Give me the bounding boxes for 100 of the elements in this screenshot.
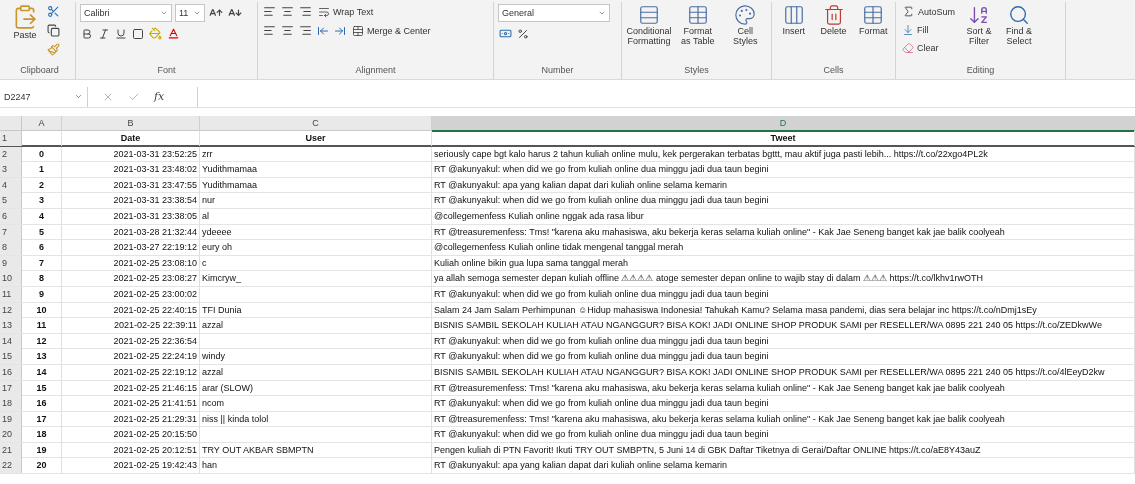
table-cell: 2021-02-25 22:36:54 xyxy=(62,333,200,349)
table-cell: 19 xyxy=(22,442,62,458)
caret-icon xyxy=(193,9,201,17)
table-cell: niss || kinda tolol xyxy=(200,411,432,427)
table-cell: 5 xyxy=(22,224,62,240)
cells-button[interactable]: Insert xyxy=(776,4,812,37)
row-number[interactable]: 18 xyxy=(0,396,22,412)
trash-icon xyxy=(822,4,845,26)
align-center-button[interactable] xyxy=(280,23,295,38)
row-number[interactable]: 8 xyxy=(0,240,22,256)
font-size-field[interactable]: 11 xyxy=(175,4,205,22)
table-cell: 2021-02-25 23:08:10 xyxy=(62,255,200,271)
table-cell: 20 xyxy=(22,458,62,474)
table-cell: ncom xyxy=(200,396,432,412)
fill-button[interactable]: Fill xyxy=(900,23,958,37)
table-cell: 16 xyxy=(22,396,62,412)
autosum-button[interactable]: AutoSum xyxy=(900,4,958,19)
row-number[interactable]: 15 xyxy=(0,349,22,365)
column-header[interactable]: B xyxy=(62,116,200,132)
table-cell: 2021-02-25 23:08:27 xyxy=(62,271,200,287)
table-cell: 1 xyxy=(22,162,62,178)
table-cell: 2021-03-28 21:32:44 xyxy=(62,224,200,240)
table-cell: 17 xyxy=(22,411,62,427)
sigma-icon xyxy=(902,5,915,18)
align-right-button[interactable] xyxy=(298,23,313,38)
table-cell: BISNIS SAMBIL SEKOLAH KULIAH ATAU NGANGGUR? BISA KOK! JADI ONLINE SHOP PRODUK SAMI per RESELLER/WA 0895 221 240 05 https://t.co/4lEeyD2kw xyxy=(432,364,1135,380)
italic-button[interactable] xyxy=(97,26,111,41)
table-cell: 11 xyxy=(22,318,62,334)
name-box[interactable]: D2247 xyxy=(0,86,88,107)
arrow-down-icon xyxy=(902,24,914,36)
table-cell: Yudithmamaa xyxy=(200,177,432,193)
table-cell: 2021-02-25 21:29:31 xyxy=(62,411,200,427)
table-cell: @collegemenfess Kuliah online tidak mengenal tanggal merah xyxy=(432,240,1135,256)
cells-button[interactable]: Delete xyxy=(815,4,852,37)
table-cell: 2021-03-31 23:38:54 xyxy=(62,193,200,209)
borders-button[interactable] xyxy=(131,26,145,41)
table-cell: 6 xyxy=(22,240,62,256)
number-format-field[interactable]: General xyxy=(498,4,610,22)
table-cell: azzal xyxy=(200,364,432,380)
table-cell: TRY OUT AKBAR SBMPTN xyxy=(200,442,432,458)
header-cell: Date xyxy=(62,131,200,146)
cells-button[interactable]: Format xyxy=(855,4,891,37)
rows-icon xyxy=(638,4,660,26)
font-name-field[interactable]: Calibri xyxy=(80,4,172,22)
row-number[interactable]: 20 xyxy=(0,427,22,443)
cut-button[interactable] xyxy=(46,4,61,19)
table-cell: seriously cape bgt kalo harus 2 tahun kuliah online mulu, kek pergerakan terbatas bgttt, mau aktif juga pasti lebih... https://t.co/22xgo4PL2k xyxy=(432,146,1135,162)
table-cell: al xyxy=(200,208,432,224)
style-button[interactable]: Format as Table xyxy=(676,4,720,47)
table-cell: 2021-03-31 23:47:55 xyxy=(62,177,200,193)
find-select-button[interactable]: Find & Select xyxy=(1001,4,1038,47)
style-button[interactable]: Cell Styles xyxy=(723,4,767,47)
header-cell: Tweet xyxy=(432,131,1135,146)
table-cell: 10 xyxy=(22,302,62,318)
table-cell: han xyxy=(200,458,432,474)
table-cell: 2021-02-25 22:19:12 xyxy=(62,364,200,380)
table-cell: RT @akunyakul: when did we go from kuliah online dua minggu jadi dua taun begini xyxy=(432,427,1135,443)
row-number[interactable]: 22 xyxy=(0,458,22,474)
table-cell: 2021-03-31 23:38:05 xyxy=(62,208,200,224)
group-label: Cells xyxy=(822,65,845,77)
caret-icon xyxy=(598,9,606,17)
clear-button[interactable]: Clear xyxy=(900,41,958,55)
row-number[interactable]: 3 xyxy=(0,162,22,178)
table-cell: 2 xyxy=(22,177,62,193)
insert-function-button[interactable]: fx xyxy=(154,90,165,103)
group-label: Editing xyxy=(965,65,996,77)
table-cell: 15 xyxy=(22,380,62,396)
group-label: Clipboard xyxy=(19,65,60,77)
percent-button[interactable] xyxy=(516,26,530,41)
align-left-button[interactable] xyxy=(262,23,277,38)
header-cell: User xyxy=(200,131,432,146)
table-cell: 8 xyxy=(22,271,62,287)
column-header[interactable]: D xyxy=(432,116,1135,132)
sort-filter-button[interactable]: Sort & Filter xyxy=(961,4,998,47)
columns-icon xyxy=(782,4,805,26)
table-cell: 9 xyxy=(22,286,62,302)
font-color-button[interactable] xyxy=(166,26,181,41)
table-cell: @collegemenfess Kuliah online nggak ada rasa libur xyxy=(432,208,1135,224)
paste-button[interactable]: Paste xyxy=(8,4,42,41)
table-cell: RT @akunyakul: when did we go from kuliah online dua minggu jadi dua taun begini xyxy=(432,396,1135,412)
table-cell: Pengen kuliah di PTN Favorit! Ikuti TRY OUT SMBPTN, 5 Juni 14 di GBK Daftar Tiketnya di Gerai/Daftar ONLINE https://t.co/aE8Y43auZ xyxy=(432,442,1135,458)
merge-center-button[interactable]: Merge & Center xyxy=(350,23,433,38)
table-cell: RT @akunyakul: when did we go from kuliah online dua minggu jadi dua taun begini xyxy=(432,333,1135,349)
table-cell: RT @treasuremenfess: Tms! "karena aku mahasiswa, aku bekerja keras selama kuliah online" - Kak Jae Seneng banget kak jae balik coolyeah xyxy=(432,411,1135,427)
bold-button[interactable] xyxy=(80,26,94,41)
copy-button[interactable] xyxy=(46,23,61,38)
merge-cells-icon xyxy=(352,24,364,37)
row-number[interactable]: 1 xyxy=(0,131,22,146)
style-button[interactable]: Conditional Formatting xyxy=(626,4,672,47)
wrap-text-button[interactable]: Wrap Text xyxy=(316,4,376,19)
table-cell: arar (SLOW) xyxy=(200,380,432,396)
row-number[interactable]: 5 xyxy=(0,193,22,209)
fill-color-button[interactable] xyxy=(148,26,163,41)
search-icon xyxy=(1008,4,1031,26)
wrap-text-icon xyxy=(318,5,330,18)
row-number[interactable]: 10 xyxy=(0,271,22,287)
row-number[interactable]: 13 xyxy=(0,318,22,334)
table-cell: 2021-03-31 23:52:25 xyxy=(62,146,200,162)
table-cell: RT @akunyakul: when did we go from kuliah online dua minggu jadi dua taun begini xyxy=(432,162,1135,178)
table-cell: RT @akunyakul: when did we go from kuliah online dua minggu jadi dua taun begini xyxy=(432,193,1135,209)
